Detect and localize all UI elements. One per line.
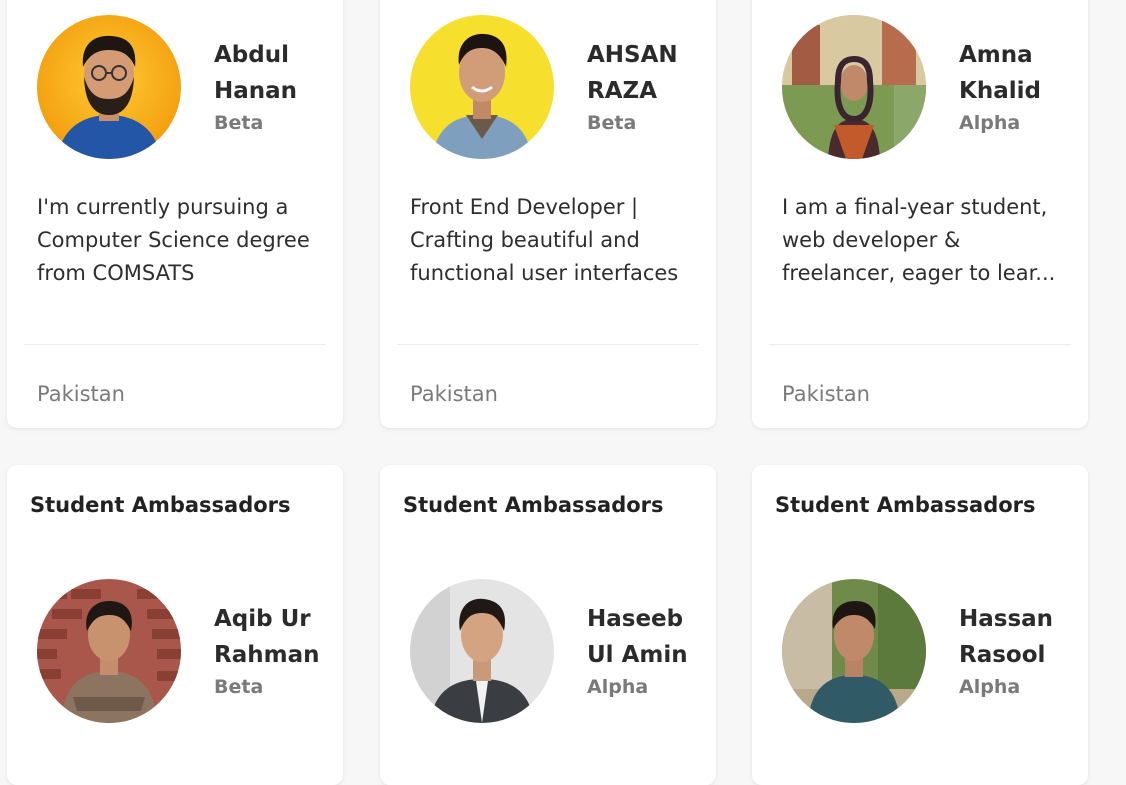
profile-name: Abdul Hanan	[214, 42, 298, 104]
section-heading: Student Ambassadors	[775, 493, 1036, 517]
level-badge: Beta	[587, 112, 637, 134]
profile-country: Pakistan	[37, 382, 125, 406]
profile-country: Pakistan	[782, 382, 870, 406]
profile-country: Pakistan	[410, 382, 498, 406]
divider	[769, 344, 1071, 345]
section-heading: Student Ambassadors	[403, 493, 664, 517]
level-badge: Alpha	[587, 676, 649, 698]
avatar	[782, 579, 926, 723]
level-badge: Alpha	[959, 676, 1021, 698]
profile-card[interactable]: AHSAN RAZA Beta Front End Developer | Cr…	[380, 0, 716, 428]
level-badge: Beta	[214, 676, 264, 698]
ambassador-card[interactable]: Student Ambassadors Haseeb Ul Amin Alpha	[380, 465, 716, 785]
ambassador-card[interactable]: Student Ambassadors Aqib Ur Rahman Beta	[7, 465, 343, 785]
level-badge: Beta	[214, 112, 264, 134]
avatar	[37, 15, 181, 159]
ambassador-name: Hassan Rasool	[959, 606, 1054, 668]
ambassador-name: Haseeb Ul Amin	[587, 606, 688, 668]
ambassador-card[interactable]: Student Ambassadors Hassan Rasool Alpha	[752, 465, 1088, 785]
divider	[397, 344, 699, 345]
avatar	[410, 15, 554, 159]
profile-card[interactable]: Abdul Hanan Beta I'm currently pursuing …	[7, 0, 343, 428]
profile-name: AHSAN RAZA	[587, 42, 678, 104]
avatar	[37, 579, 181, 723]
ambassador-name: Aqib Ur Rahman	[214, 606, 320, 668]
profile-card[interactable]: Amna Khalid Alpha I am a final-year stud…	[752, 0, 1088, 428]
section-heading: Student Ambassadors	[30, 493, 291, 517]
level-badge: Alpha	[959, 112, 1021, 134]
profile-name: Amna Khalid	[959, 42, 1041, 104]
profile-bio: I am a final-year student, web developer…	[782, 195, 1056, 285]
avatar	[782, 15, 926, 159]
avatar	[410, 579, 554, 723]
profile-bio: Front End Developer | Crafting beautiful…	[410, 195, 679, 285]
profile-bio: I'm currently pursuing a Computer Scienc…	[37, 195, 310, 285]
divider	[24, 344, 326, 345]
